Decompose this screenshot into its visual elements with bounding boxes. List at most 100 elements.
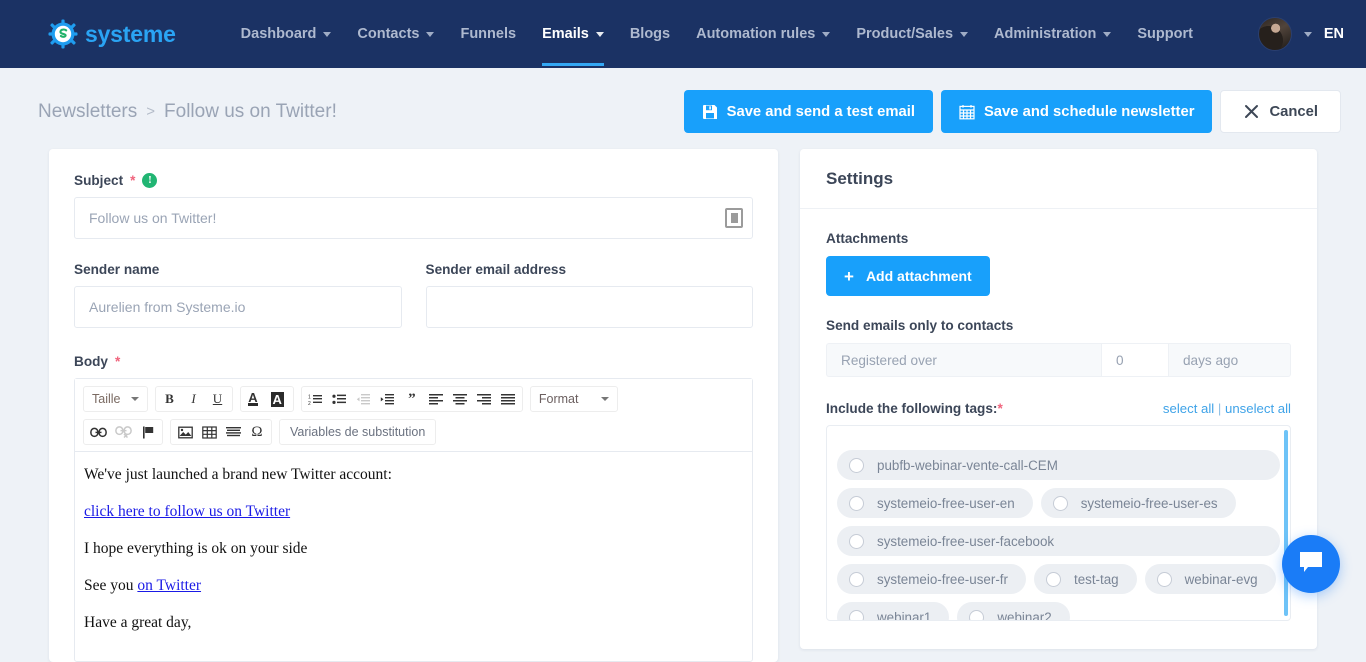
- underline-icon[interactable]: U: [206, 388, 230, 410]
- background-color-icon[interactable]: A: [267, 388, 291, 410]
- nav-label: Contacts: [357, 26, 420, 42]
- radio-icon[interactable]: [1052, 495, 1068, 511]
- radio-icon[interactable]: [849, 495, 864, 511]
- nav-item-funnels[interactable]: Funnels: [447, 2, 529, 66]
- tag-pill[interactable]: systemeio-free-user-fr: [837, 564, 1026, 594]
- radio-icon[interactable]: [849, 609, 864, 620]
- add-attachment-button[interactable]: + Add attachment: [826, 256, 990, 296]
- on-twitter-link[interactable]: on Twitter: [137, 577, 201, 594]
- sender-name-input[interactable]: [74, 286, 402, 328]
- align-left-icon[interactable]: [424, 388, 448, 410]
- table-icon[interactable]: [197, 421, 221, 443]
- special-character-icon[interactable]: Ω: [245, 421, 269, 443]
- breadcrumb-separator: >: [146, 103, 156, 120]
- breadcrumb-parent[interactable]: Newsletters: [38, 101, 137, 123]
- tag-pill[interactable]: webinar1: [837, 602, 950, 620]
- tags-scrollbar[interactable]: [1284, 430, 1288, 616]
- editor-content-area[interactable]: We've just launched a brand new Twitter …: [75, 452, 752, 661]
- tag-pill[interactable]: pubfb-webinar-vente-call-CEM: [837, 450, 1280, 480]
- registered-over-select[interactable]: Registered over: [826, 343, 1101, 377]
- substitution-variables-button[interactable]: Variables de substitution: [279, 419, 437, 445]
- unlink-icon[interactable]: [111, 421, 136, 443]
- radio-icon[interactable]: [849, 533, 864, 549]
- subject-input[interactable]: [74, 197, 753, 239]
- days-ago-label: days ago: [1169, 343, 1291, 377]
- sender-email-input[interactable]: [425, 286, 753, 328]
- align-center-icon[interactable]: [448, 388, 472, 410]
- tag-label: systemeio-free-user-fr: [877, 571, 1008, 587]
- required-marker: *: [114, 354, 121, 369]
- chat-bubble-icon: [1298, 550, 1324, 579]
- save-and-send-test-email-button[interactable]: Save and send a test email: [683, 90, 933, 133]
- radio-icon[interactable]: [849, 571, 864, 587]
- unordered-list-icon[interactable]: [328, 388, 352, 410]
- nav-item-emails[interactable]: Emails: [529, 2, 617, 66]
- blockquote-icon[interactable]: ”: [400, 388, 424, 410]
- body-label: Body: [74, 354, 108, 369]
- settings-header: Settings: [800, 149, 1317, 209]
- radio-icon[interactable]: [1045, 571, 1061, 587]
- radio-icon[interactable]: [969, 609, 985, 620]
- nav-item-dashboard[interactable]: Dashboard: [228, 2, 345, 66]
- nav-item-administration[interactable]: Administration: [981, 2, 1124, 66]
- save-and-schedule-newsletter-button[interactable]: Save and schedule newsletter: [940, 90, 1213, 133]
- info-icon[interactable]: !: [142, 173, 158, 188]
- nav-label: Dashboard: [240, 26, 317, 42]
- horizontal-rule-icon[interactable]: [221, 421, 245, 443]
- tag-pill[interactable]: systemeio-free-user-facebook: [837, 526, 1280, 556]
- sender-email-label: Sender email address: [425, 262, 567, 277]
- tag-pill[interactable]: systemeio-free-user-en: [837, 488, 1033, 518]
- nav-item-support[interactable]: Support: [1124, 2, 1206, 66]
- text-color-icon[interactable]: A: [243, 388, 267, 410]
- tags-label-text: Include the following tags:: [826, 401, 998, 416]
- brand-logo[interactable]: systeme: [48, 19, 176, 49]
- align-justify-icon[interactable]: [496, 388, 520, 410]
- radio-icon[interactable]: [1156, 571, 1172, 587]
- nav-right-group: EN: [1257, 17, 1344, 51]
- indent-icon[interactable]: [376, 388, 400, 410]
- unselect-all-link[interactable]: unselect all: [1225, 401, 1291, 416]
- tag-pill[interactable]: systemeio-free-user-es: [1040, 488, 1236, 518]
- font-size-select[interactable]: Taille: [83, 386, 148, 412]
- chat-widget-button[interactable]: [1282, 535, 1340, 593]
- link-group: [83, 419, 163, 445]
- calendar-icon: [959, 104, 975, 120]
- account-chevron-down-icon[interactable]: [1303, 31, 1312, 37]
- cancel-button[interactable]: Cancel: [1220, 90, 1341, 133]
- toolbar-row-2: Ω Variables de substitution: [83, 419, 744, 445]
- tag-pill[interactable]: test-tag: [1033, 564, 1137, 594]
- tag-pill[interactable]: webinar-evg: [1144, 564, 1276, 594]
- link-icon[interactable]: [86, 421, 111, 443]
- subject-field-wrap: [74, 197, 753, 239]
- radio-icon[interactable]: [849, 457, 864, 473]
- nav-item-contacts[interactable]: Contacts: [344, 2, 447, 66]
- tag-label: systemeio-free-user-en: [877, 495, 1015, 511]
- outdent-icon[interactable]: [352, 388, 376, 410]
- language-selector[interactable]: EN: [1324, 26, 1344, 42]
- chevron-down-icon: [426, 31, 435, 37]
- nav-item-automation-rules[interactable]: Automation rules: [683, 2, 843, 66]
- user-avatar[interactable]: [1257, 17, 1292, 51]
- toolbar-row-1: Taille B I U A A 1 2 ” Format: [83, 386, 744, 412]
- emoji-picker-icon[interactable]: [725, 208, 743, 228]
- twitter-follow-link[interactable]: click here to follow us on Twitter: [84, 503, 290, 520]
- anchor-flag-icon[interactable]: [136, 421, 160, 443]
- tags-list-container[interactable]: pubfb-webinar-vente-call-CEM systemeio-f…: [826, 425, 1291, 621]
- image-icon[interactable]: [173, 421, 197, 443]
- tag-label: webinar-evg: [1184, 571, 1258, 587]
- nav-item-product-sales[interactable]: Product/Sales: [843, 2, 981, 66]
- nav-item-blogs[interactable]: Blogs: [617, 2, 683, 66]
- tag-pill[interactable]: webinar2: [957, 602, 1070, 620]
- format-select[interactable]: Format: [529, 386, 618, 412]
- days-value-input[interactable]: 0: [1101, 343, 1169, 377]
- tag-label: systemeio-free-user-es: [1080, 495, 1218, 511]
- ordered-list-icon[interactable]: 12: [304, 388, 328, 410]
- breadcrumb: Newsletters > Follow us on Twitter!: [38, 101, 337, 123]
- select-all-link[interactable]: select all: [1163, 401, 1214, 416]
- bold-icon[interactable]: B: [158, 388, 182, 410]
- italic-icon[interactable]: I: [182, 388, 206, 410]
- nav-label: Automation rules: [696, 26, 816, 42]
- body-label-row: Body *: [74, 354, 753, 369]
- color-group: A A: [239, 386, 294, 412]
- align-right-icon[interactable]: [472, 388, 496, 410]
